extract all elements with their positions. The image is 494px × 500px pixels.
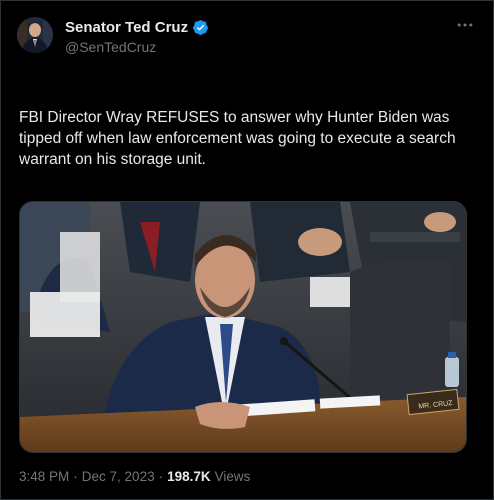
meta-separator-2: ·: [158, 469, 164, 484]
views-count: 198.7K: [167, 469, 211, 484]
views-label: Views: [214, 469, 251, 484]
tweet-header: Senator Ted Cruz @SenTedCruz: [17, 15, 477, 59]
author-handle[interactable]: @SenTedCruz: [65, 39, 209, 55]
meta-separator: ·: [73, 469, 78, 484]
tweet-card: Senator Ted Cruz @SenTedCruz FBI Directo…: [0, 0, 494, 500]
tweet-paragraph-1: FBI Director Wray REFUSES to answer why …: [19, 109, 460, 168]
tweet-meta: 3:48 PM · Dec 7, 2023 · 198.7K Views: [19, 469, 250, 484]
author-avatar[interactable]: [17, 17, 53, 53]
tweet-time[interactable]: 3:48 PM: [19, 469, 69, 484]
more-horizontal-icon[interactable]: [453, 15, 477, 39]
verified-badge-icon[interactable]: [192, 19, 209, 36]
tweet-media-photo[interactable]: MR. CRUZ: [19, 201, 467, 453]
author-display-name[interactable]: Senator Ted Cruz: [65, 19, 188, 36]
tweet-date[interactable]: Dec 7, 2023: [82, 469, 155, 484]
author-name-block: Senator Ted Cruz @SenTedCruz: [65, 19, 209, 55]
